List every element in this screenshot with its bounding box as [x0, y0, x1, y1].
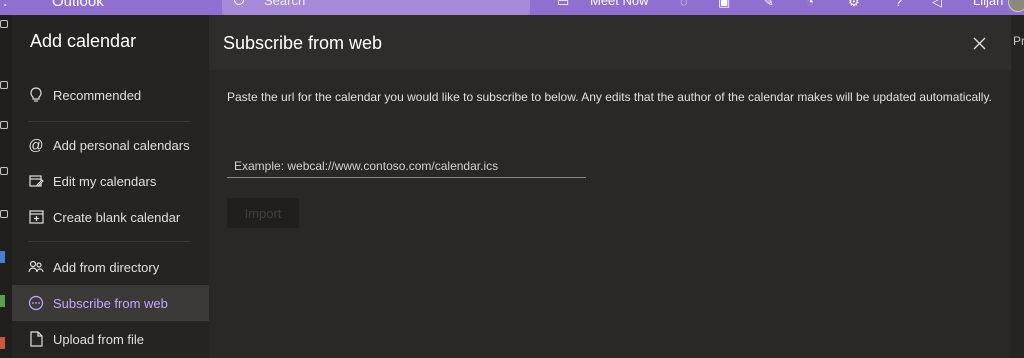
- sidebar-item-add-from-directory[interactable]: Add from directory: [12, 249, 209, 285]
- calendar-icon[interactable]: [0, 81, 8, 89]
- sidebar-item-create-blank-calendar[interactable]: Create blank calendar: [12, 199, 209, 235]
- search-icon: [234, 0, 244, 5]
- pen-icon[interactable]: ✎: [763, 0, 774, 10]
- import-button[interactable]: Import: [227, 198, 299, 228]
- background-pane-label: Pr: [1013, 34, 1024, 48]
- bell-icon[interactable]: ◔: [806, 0, 814, 9]
- sidebar-item-subscribe-from-web[interactable]: Subscribe from web: [12, 285, 209, 321]
- add-calendar-dialog: Add calendar Recommended @ Add personal …: [12, 15, 1011, 358]
- background-pane: [1011, 15, 1024, 358]
- help-icon[interactable]: ?: [895, 0, 902, 9]
- meet-now-button[interactable]: Meet Now: [590, 0, 649, 8]
- user-name[interactable]: Liljan: [973, 0, 1003, 8]
- panel-content: Paste the url for the calendar you would…: [209, 70, 1011, 358]
- apps-icon[interactable]: ▣: [718, 0, 730, 10]
- divider: [28, 241, 190, 242]
- search-label: Search: [264, 0, 306, 8]
- app-title: Outlook: [52, 0, 104, 10]
- powerpoint-icon[interactable]: [0, 337, 5, 349]
- sidebar-item-label: Create blank calendar: [53, 209, 181, 225]
- add-calendar-sidebar: Add calendar Recommended @ Add personal …: [12, 15, 209, 358]
- sidebar-item-label: Upload from file: [53, 331, 145, 347]
- avatar[interactable]: [1008, 0, 1024, 12]
- app-rail: [0, 15, 12, 358]
- app-launcher-icon[interactable]: ⁚: [3, 0, 8, 10]
- file-icon: [28, 331, 44, 347]
- sidebar-item-label: Subscribe from web: [53, 295, 168, 311]
- sidebar-item-edit-my-calendars[interactable]: Edit my calendars: [12, 163, 209, 199]
- sidebar-item-label: Edit my calendars: [53, 173, 157, 189]
- sidebar-item-label: Add from directory: [53, 259, 160, 275]
- panel-header: Subscribe from web: [209, 15, 1011, 70]
- at-sign-icon: @: [28, 136, 44, 154]
- search-box[interactable]: Search: [222, 0, 530, 15]
- top-bar: ⁚ Outlook Search ▭ Meet Now ◌ ▣ ✎ ◔ ⚙ ? …: [0, 0, 1024, 15]
- video-icon[interactable]: ▭: [557, 0, 569, 10]
- sidebar-title: Add calendar: [30, 31, 137, 51]
- excel-icon[interactable]: [0, 295, 5, 307]
- people-icon[interactable]: [0, 121, 8, 129]
- edit-calendar-icon: [28, 173, 44, 189]
- feedback-icon[interactable]: ◁: [932, 0, 942, 10]
- skype-icon[interactable]: ◌: [680, 0, 688, 9]
- sidebar-item-label: Recommended: [53, 87, 142, 103]
- panel-title: Subscribe from web: [223, 33, 383, 53]
- gear-icon[interactable]: ⚙: [848, 0, 860, 10]
- mail-icon[interactable]: [0, 20, 8, 28]
- sidebar-item-add-personal-calendars[interactable]: @ Add personal calendars: [12, 127, 209, 163]
- panel-description: Paste the url for the calendar you would…: [227, 90, 992, 104]
- attach-icon[interactable]: [0, 167, 8, 175]
- lightbulb-icon: [28, 87, 44, 103]
- sidebar-item-upload-from-file[interactable]: Upload from file: [12, 321, 209, 357]
- calendar-add-icon: [28, 209, 44, 225]
- people-icon: [28, 259, 44, 275]
- more-circle-icon: [28, 295, 44, 311]
- word-icon[interactable]: [0, 251, 5, 263]
- sidebar-item-label: Add personal calendars: [53, 137, 190, 153]
- todo-icon[interactable]: [0, 210, 8, 218]
- divider: [28, 121, 190, 122]
- sidebar-item-recommended[interactable]: Recommended: [12, 77, 209, 113]
- close-icon: [973, 37, 985, 49]
- calendar-url-input[interactable]: [227, 154, 586, 178]
- close-button[interactable]: [967, 31, 991, 55]
